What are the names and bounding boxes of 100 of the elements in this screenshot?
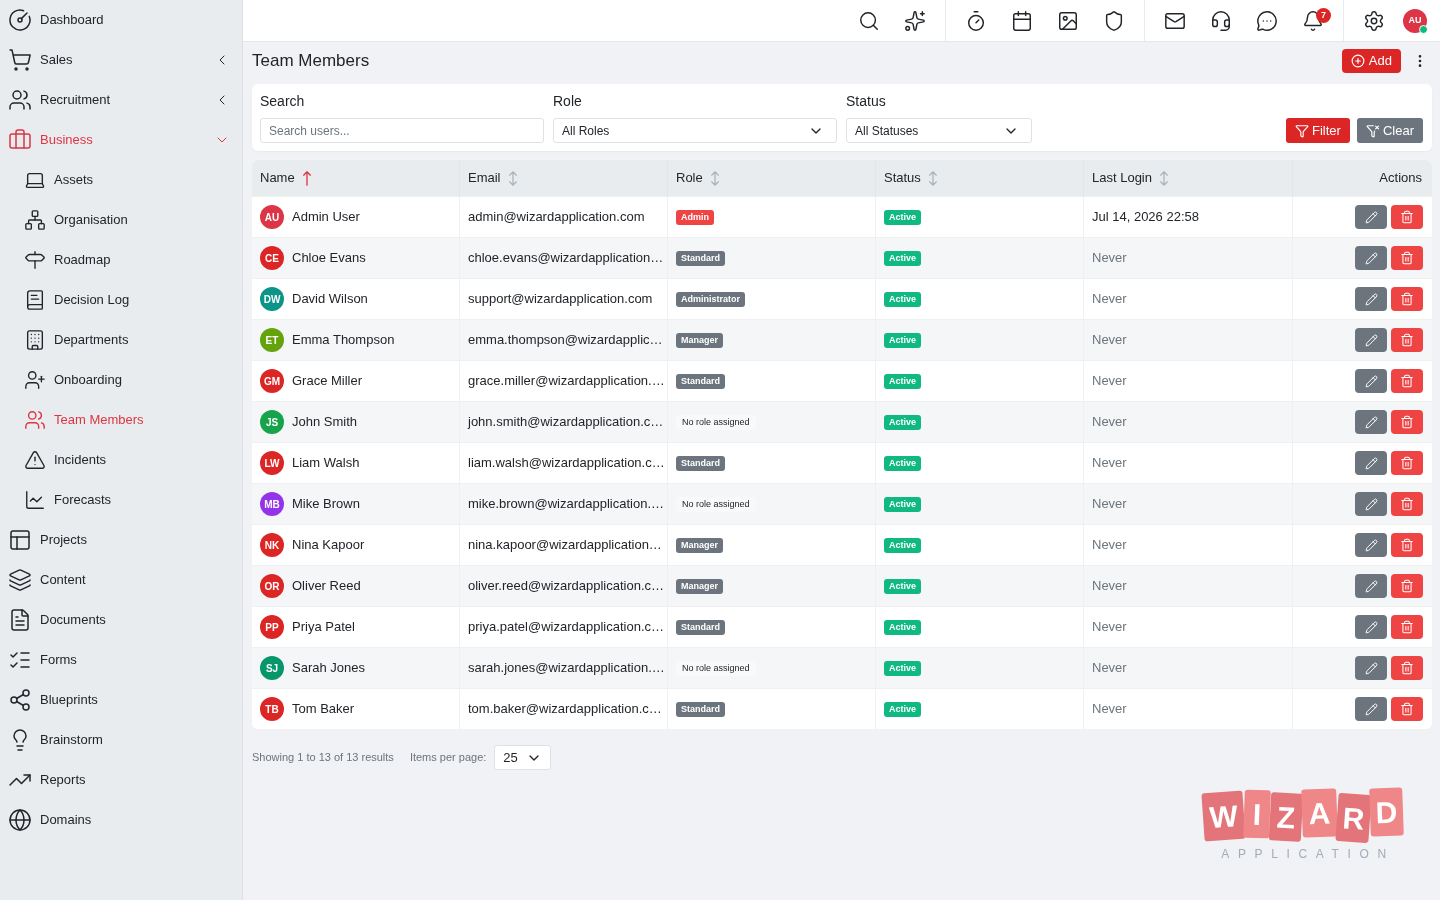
sidebar-item[interactable]: Blueprints [0, 680, 242, 720]
email-text: mike.brown@wizardapplication.… [468, 495, 664, 514]
bell-icon [1302, 9, 1324, 32]
layers-icon [8, 568, 32, 592]
sidebar-item[interactable]: Projects [0, 520, 242, 560]
role-badge: Standard [676, 373, 725, 389]
sidebar-item[interactable]: Incidents [0, 440, 242, 480]
trash-icon [1400, 538, 1414, 552]
sidebar-item[interactable]: Documents [0, 600, 242, 640]
sidebar-item[interactable]: Dashboard [0, 0, 242, 40]
delete-button[interactable] [1391, 328, 1423, 352]
delete-button[interactable] [1391, 656, 1423, 680]
per-page-label: Items per page: [409, 750, 487, 766]
column-header[interactable]: Email [468, 168, 518, 188]
user-avatar: GM [260, 369, 284, 393]
edit-button[interactable] [1355, 410, 1387, 434]
pencil-icon [1364, 374, 1378, 388]
sidebar-item[interactable]: Forms [0, 640, 242, 680]
edit-button[interactable] [1355, 369, 1387, 393]
edit-button[interactable] [1355, 451, 1387, 475]
sidebar-item[interactable]: Roadmap [0, 240, 242, 280]
edit-button[interactable] [1355, 533, 1387, 557]
last-login-text: Never [1092, 618, 1127, 637]
last-login-text: Never [1092, 290, 1127, 309]
status-badge: Active [884, 701, 921, 717]
user-avatar: PP [260, 615, 284, 639]
edit-button[interactable] [1355, 697, 1387, 721]
sidebar-item[interactable]: Team Members [0, 400, 242, 440]
edit-button[interactable] [1355, 287, 1387, 311]
column-header[interactable]: Name [260, 168, 312, 188]
user-name: Grace Miller [292, 372, 363, 391]
user-avatar: NK [260, 533, 284, 557]
clear-button[interactable]: Clear [1356, 118, 1423, 143]
delete-button[interactable] [1391, 369, 1423, 393]
edit-button[interactable] [1355, 328, 1387, 352]
trash-icon [1400, 374, 1414, 388]
sidebar-item[interactable]: Recruitment [0, 80, 242, 120]
email-text: nina.kapoor@wizardapplication… [468, 536, 662, 555]
user-avatar[interactable]: AU [1403, 8, 1427, 33]
sidebar-item[interactable]: Business [0, 120, 242, 160]
sidebar-item[interactable]: Departments [0, 320, 242, 360]
last-login-text: Never [1092, 495, 1127, 514]
edit-button[interactable] [1355, 205, 1387, 229]
search-field[interactable]: Search users... [260, 118, 544, 143]
sidebar-item[interactable]: Content [0, 560, 242, 600]
sidebar-item[interactable]: Brainstorm [0, 720, 242, 760]
logo-tile: W [1201, 790, 1246, 842]
edit-button[interactable] [1355, 615, 1387, 639]
user-avatar: MB [260, 492, 284, 516]
delete-button[interactable] [1391, 287, 1423, 311]
delete-button[interactable] [1391, 697, 1423, 721]
sidebar-item[interactable]: Onboarding [0, 360, 242, 400]
sidebar-item[interactable]: Reports [0, 760, 242, 800]
delete-button[interactable] [1391, 451, 1423, 475]
sidebar-item[interactable]: Forecasts [0, 480, 242, 520]
delete-button[interactable] [1391, 533, 1423, 557]
delete-button[interactable] [1391, 410, 1423, 434]
delete-button[interactable] [1391, 574, 1423, 598]
column-header[interactable]: Status [884, 168, 938, 188]
delete-button[interactable] [1391, 492, 1423, 516]
sparkle-icon [904, 9, 926, 32]
sidebar-item[interactable]: Organisation [0, 200, 242, 240]
per-page-select[interactable]: 25 [494, 745, 552, 770]
status-badge: Active [884, 209, 921, 225]
calendar-icon [1011, 9, 1033, 32]
delete-button[interactable] [1391, 246, 1423, 270]
delete-button[interactable] [1391, 205, 1423, 229]
status-badge: Active [884, 373, 921, 389]
filter-button[interactable]: Filter [1286, 118, 1350, 143]
delete-button[interactable] [1391, 615, 1423, 639]
trash-icon [1400, 251, 1414, 265]
edit-button[interactable] [1355, 574, 1387, 598]
layout-icon [8, 528, 32, 552]
column-header[interactable]: Last Login [1092, 168, 1169, 188]
edit-button[interactable] [1355, 492, 1387, 516]
status-badge: Active [884, 537, 921, 553]
notifications-button[interactable]: 7 [1290, 0, 1336, 41]
add-button[interactable]: Add [1341, 49, 1401, 73]
sidebar-item[interactable]: Decision Log [0, 280, 242, 320]
role-badge: Administrator [676, 291, 745, 307]
pencil-icon [1364, 579, 1378, 593]
people-icon [24, 409, 46, 431]
sidebar-item[interactable]: Assets [0, 160, 242, 200]
edit-button[interactable] [1355, 656, 1387, 680]
sidebar-item[interactable]: Sales [0, 40, 242, 80]
sidebar-item[interactable]: Domains [0, 800, 242, 840]
trash-icon [1400, 702, 1414, 716]
status-badge: Active [884, 619, 921, 635]
building-icon [24, 329, 46, 351]
last-login-text: Never [1092, 577, 1127, 596]
edit-button[interactable] [1355, 246, 1387, 270]
user-avatar: DW [260, 287, 284, 311]
cart-icon [8, 48, 32, 72]
role-select[interactable]: All Roles [553, 118, 837, 143]
status-select[interactable]: All Statuses [846, 118, 1032, 143]
column-header[interactable]: Role [676, 168, 720, 188]
pencil-icon [1364, 661, 1378, 675]
role-badge: Standard [676, 619, 725, 635]
trash-icon [1400, 620, 1414, 634]
trash-icon [1400, 210, 1414, 224]
